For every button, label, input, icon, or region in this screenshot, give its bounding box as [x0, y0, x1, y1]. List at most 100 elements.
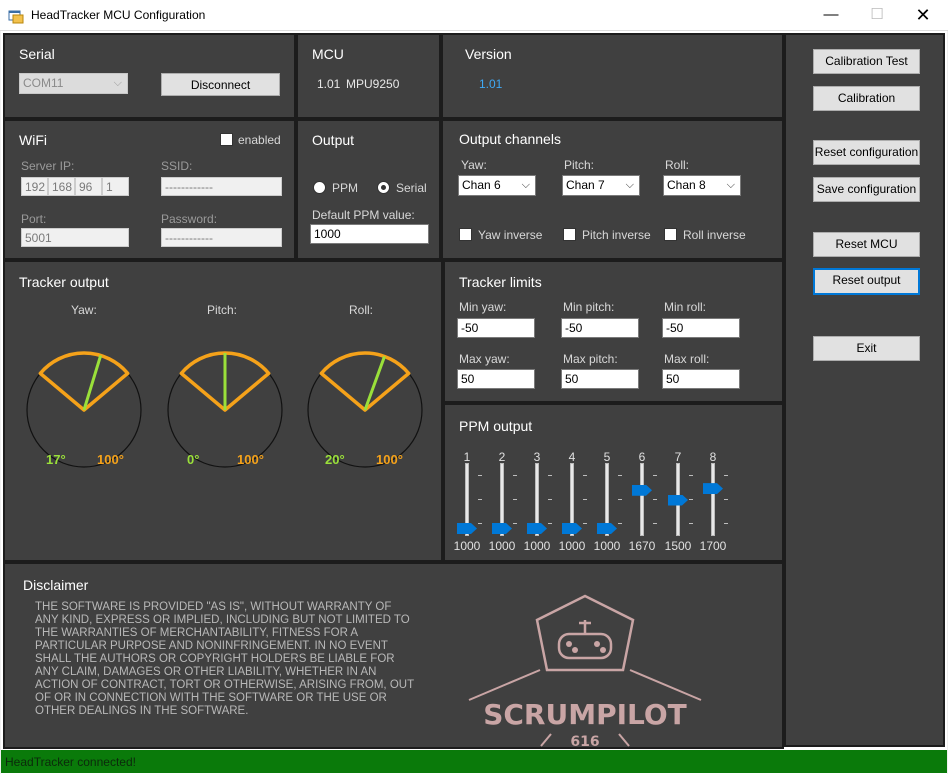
roll-channel-select[interactable]: Chan 8 ⌵: [663, 175, 741, 196]
yaw-range-sector: [38, 351, 130, 412]
yaw-inverse-label: Yaw inverse: [478, 228, 543, 242]
yaw-inverse-checkbox[interactable]: [459, 228, 472, 241]
ip-octet-4[interactable]: 1: [102, 177, 129, 196]
client-area: Serial COM11 ⌵ Disconnect MCU 1.01 MPU92…: [1, 31, 947, 774]
ip-octet-1[interactable]: 192: [21, 177, 48, 196]
chevron-down-icon: ⌵: [521, 179, 530, 191]
logo-number: 616: [570, 734, 599, 748]
ppm-slider-thumb[interactable]: [597, 523, 617, 534]
disclaimer-title: Disclaimer: [23, 577, 89, 593]
max-yaw-field[interactable]: 50: [457, 369, 535, 389]
ip-octet-3[interactable]: 96: [75, 177, 102, 196]
output-title: Output: [312, 132, 355, 148]
calibration-button[interactable]: Calibration: [813, 86, 920, 111]
disconnect-button[interactable]: Disconnect: [161, 73, 280, 96]
status-bar: HeadTracker connected!: [1, 750, 947, 773]
ppm-slider-tick: [548, 475, 552, 476]
roll-inverse-checkbox[interactable]: [664, 228, 677, 241]
ppm-slider-track[interactable]: [711, 463, 715, 536]
yaw-gauge-label: Yaw:: [71, 303, 97, 317]
wifi-enabled-checkbox[interactable]: [220, 133, 233, 146]
default-ppm-label: Default PPM value:: [312, 208, 415, 222]
ppm-channel-value: 1000: [558, 539, 586, 553]
ppm-slider-tick: [618, 523, 622, 524]
ppm-slider-thumb[interactable]: [632, 484, 652, 496]
calibration-test-button[interactable]: Calibration Test: [813, 49, 920, 74]
ppm-slider-tick: [548, 523, 552, 524]
roll-inverse-label: Roll inverse: [683, 228, 746, 242]
ppm-slider-thumb[interactable]: [457, 523, 477, 534]
min-roll-field[interactable]: -50: [662, 318, 740, 338]
roll-gauge-label: Roll:: [349, 303, 374, 317]
version-title: Version: [465, 46, 512, 62]
pitch-inverse-label: Pitch inverse: [582, 228, 651, 242]
pitch-channel-select[interactable]: Chan 7 ⌵: [562, 175, 640, 196]
ppm-radio[interactable]: [313, 181, 326, 194]
output-panel: Output PPM Serial Default PPM value: 100…: [296, 119, 441, 260]
ppm-slider-thumb[interactable]: [668, 494, 688, 506]
reset-output-button[interactable]: Reset output: [813, 268, 920, 295]
output-channels-title: Output channels: [459, 131, 561, 147]
ppm-slider-thumb[interactable]: [703, 483, 723, 495]
ppm-slider-tick: [478, 499, 482, 500]
reset-mcu-button[interactable]: Reset MCU: [813, 232, 920, 257]
serial-port-value: COM11: [23, 76, 64, 90]
max-pitch-field[interactable]: 50: [561, 369, 639, 389]
close-button[interactable]: ✕: [900, 0, 946, 30]
serial-title: Serial: [19, 46, 55, 62]
serial-radio[interactable]: [377, 181, 390, 194]
password-field[interactable]: ------------: [161, 228, 282, 247]
ppm-channel-value: 1500: [664, 539, 692, 553]
pitch-gauge-label: Pitch:: [207, 303, 238, 317]
yaw-channel-select[interactable]: Chan 6 ⌵: [458, 175, 536, 196]
serial-radio-label: Serial: [396, 181, 427, 195]
max-roll-label: Max roll:: [664, 352, 710, 366]
port-field[interactable]: 5001: [21, 228, 129, 247]
mcu-chip: MPU9250: [346, 77, 400, 91]
yaw-gauge: [26, 351, 142, 468]
min-pitch-field[interactable]: -50: [561, 318, 639, 338]
ppm-channel-value: 1700: [699, 539, 727, 553]
ppm-channel-value: 1000: [488, 539, 516, 553]
ip-octet-2[interactable]: 168: [48, 177, 75, 196]
minimize-button[interactable]: —: [808, 0, 854, 30]
ppm-channel-value: 1000: [593, 539, 621, 553]
reset-configuration-button[interactable]: Reset configuration: [813, 140, 920, 165]
chevron-down-icon: ⌵: [113, 77, 122, 89]
ppm-slider-tick: [653, 475, 657, 476]
version-panel: Version 1.01: [441, 33, 784, 119]
ppm-slider-tick: [724, 523, 728, 524]
tracker-gauges: [26, 351, 423, 468]
serial-port-select[interactable]: COM11 ⌵: [19, 73, 128, 94]
app-icon: [8, 10, 24, 24]
roll-range-value: 100°: [376, 452, 403, 467]
roll-gauge: [307, 351, 423, 468]
ppm-channel-number: 5: [603, 450, 611, 464]
max-roll-field[interactable]: 50: [662, 369, 740, 389]
ssid-field[interactable]: ------------: [161, 177, 282, 196]
pitch-gauge: [167, 351, 283, 468]
yaw-channel-value: Chan 6: [462, 178, 501, 192]
pitch-inverse-checkbox[interactable]: [563, 228, 576, 241]
max-pitch-label: Max pitch:: [563, 352, 618, 366]
ppm-slider-track[interactable]: [640, 463, 644, 536]
save-configuration-button[interactable]: Save configuration: [813, 177, 920, 202]
ppm-slider-thumb[interactable]: [527, 523, 547, 534]
chevron-down-icon: ⌵: [625, 179, 634, 191]
ppm-channel-value: 1000: [523, 539, 551, 553]
pitch-range-value: 100°: [237, 452, 264, 467]
ppm-slider-tick: [724, 499, 728, 500]
min-yaw-field[interactable]: -50: [457, 318, 535, 338]
chevron-down-icon: ⌵: [726, 179, 735, 191]
ppm-slider-thumb[interactable]: [492, 523, 512, 534]
maximize-button[interactable]: ☐: [854, 0, 900, 30]
roll-channel-label: Roll:: [665, 158, 690, 172]
default-ppm-field[interactable]: 1000: [310, 224, 429, 244]
ppm-slider-tick: [653, 499, 657, 500]
wifi-title: WiFi: [19, 132, 47, 148]
exit-button[interactable]: Exit: [813, 336, 920, 361]
status-text: HeadTracker connected!: [5, 755, 136, 769]
ppm-slider-thumb[interactable]: [562, 523, 582, 534]
roll-range-sector: [319, 351, 411, 412]
disclaimer-text: THE SOFTWARE IS PROVIDED "AS IS", WITHOU…: [35, 601, 414, 717]
